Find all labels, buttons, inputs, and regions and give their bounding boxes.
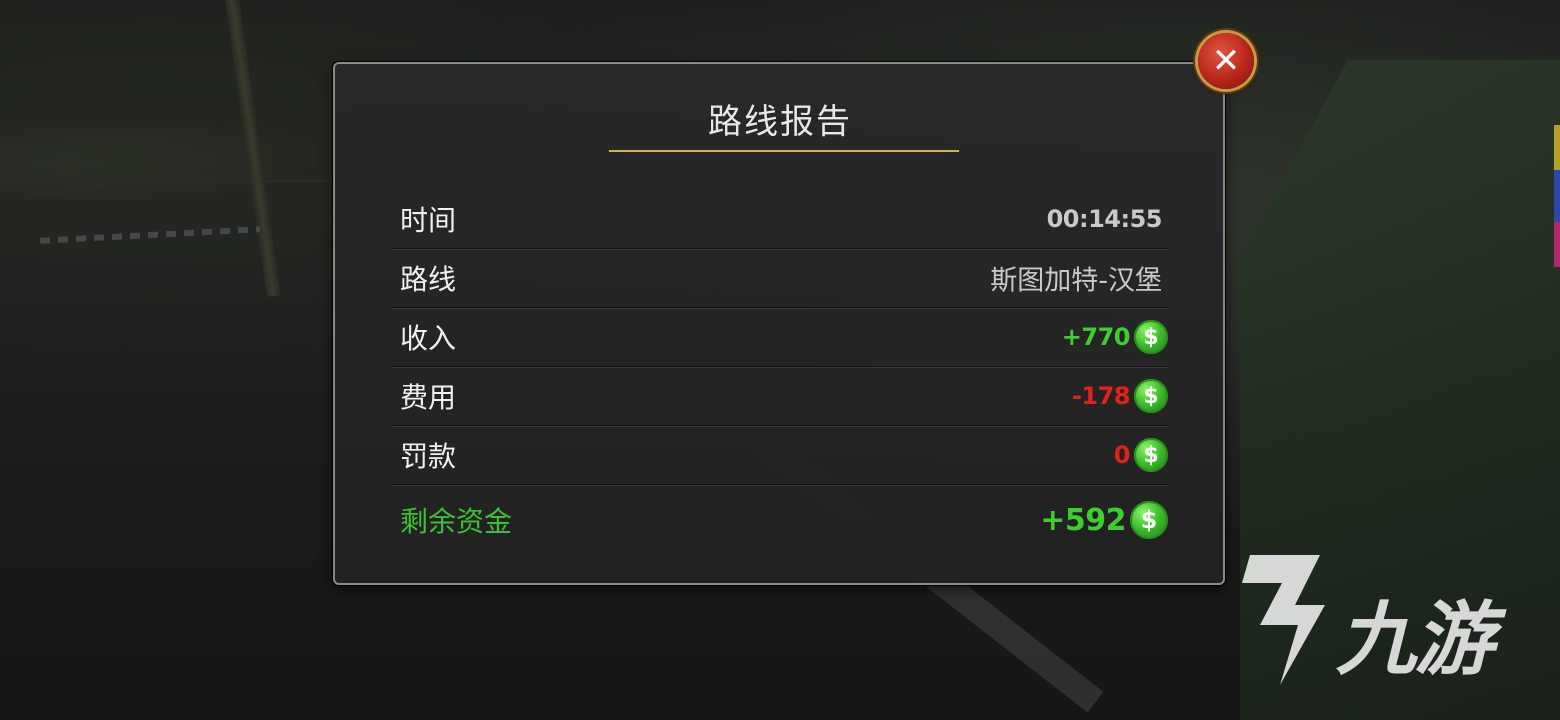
- side-tab-blue: [1554, 170, 1560, 222]
- panel-title: 路线报告: [708, 102, 852, 142]
- dollar-coin-icon: $: [1134, 438, 1168, 472]
- row-value: +770 $: [1062, 320, 1168, 354]
- row-label: 收入: [400, 322, 457, 355]
- income-value: +770: [1061, 323, 1131, 351]
- fines-value: 0: [1113, 441, 1131, 469]
- row-value: -178 $: [1072, 379, 1168, 413]
- close-icon: ✕: [1211, 41, 1241, 81]
- row-value: 00:14:55: [1047, 205, 1168, 233]
- row-expenses: 费用 -178 $: [392, 367, 1168, 426]
- row-value: 0 $: [1114, 438, 1168, 472]
- dollar-coin-icon: $: [1134, 379, 1168, 413]
- row-income: 收入 +770 $: [392, 308, 1168, 367]
- dollar-coin-icon: $: [1130, 501, 1168, 539]
- row-value: 斯图加特-汉堡: [990, 259, 1168, 298]
- background-fence: [0, 180, 340, 202]
- background-road-marks: [39, 226, 261, 244]
- row-remaining-funds: 剩余资金 +592 $: [392, 489, 1168, 551]
- watermark-logo-shape: [1242, 555, 1325, 685]
- watermark-text: 九游: [1336, 593, 1494, 686]
- row-value: +592 $: [1040, 501, 1168, 539]
- row-label: 罚款: [400, 440, 457, 473]
- row-time: 时间 00:14:55: [392, 190, 1168, 249]
- side-tab-pink: [1554, 222, 1560, 267]
- row-label: 时间: [400, 204, 457, 237]
- expenses-value: -178: [1071, 382, 1131, 410]
- row-fines: 罚款 0 $: [392, 426, 1168, 485]
- row-label: 费用: [400, 381, 457, 414]
- row-route: 路线 斯图加特-汉堡: [392, 249, 1168, 308]
- title-underline: [609, 150, 959, 152]
- row-label: 路线: [400, 263, 457, 296]
- route-value: 斯图加特-汉堡: [990, 265, 1162, 297]
- time-value: 00:14:55: [1046, 205, 1163, 233]
- dollar-coin-icon: $: [1134, 320, 1168, 354]
- close-button[interactable]: ✕: [1198, 33, 1254, 89]
- total-value: +592: [1040, 502, 1126, 538]
- total-label: 剩余资金: [400, 505, 513, 538]
